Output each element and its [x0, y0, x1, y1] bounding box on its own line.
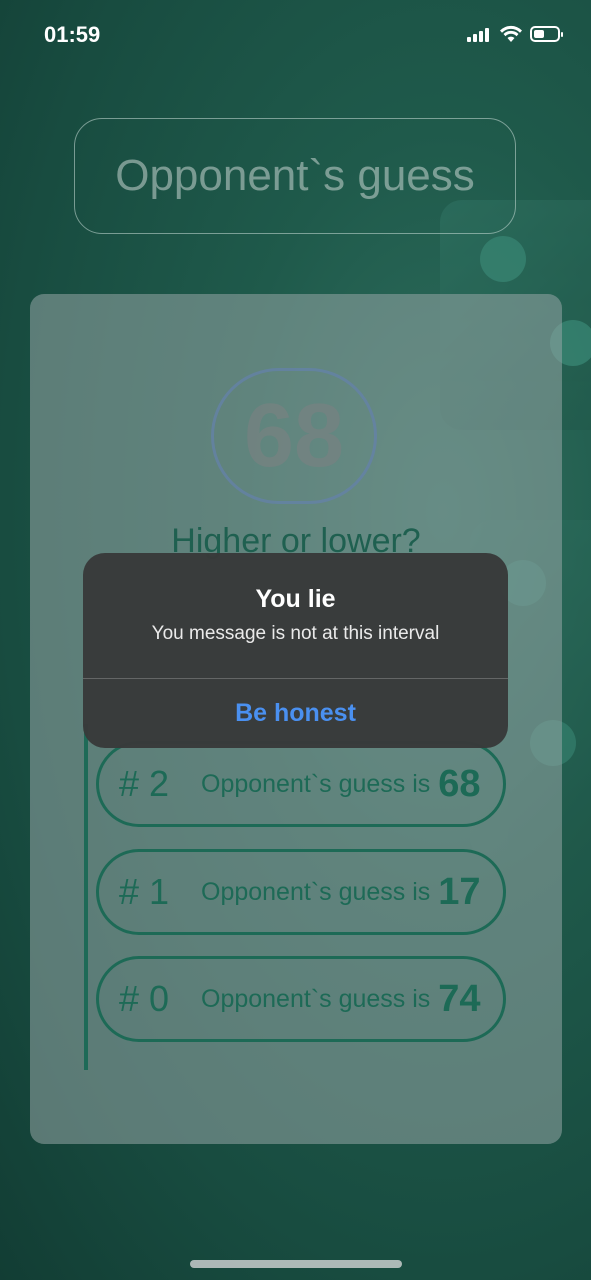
alert-message: You message is not at this interval [151, 623, 440, 644]
history-text: Opponent`s guess is [201, 984, 431, 1013]
status-time: 01:59 [44, 22, 101, 47]
cellular-signal-icon [467, 28, 493, 42]
history-value: 74 [438, 977, 481, 1020]
battery-icon [530, 26, 563, 42]
alert-dialog: You lie You message is not at this inter… [83, 553, 508, 748]
history-item: # 0 Opponent`s guess is 74 [96, 956, 506, 1042]
alert-title: You lie [255, 585, 336, 613]
history-value: 68 [438, 762, 481, 805]
status-bar: 01:59 [0, 0, 591, 70]
history-index: # 1 [119, 871, 170, 912]
history-index: # 0 [119, 978, 170, 1019]
dice-pip [480, 236, 526, 282]
history-index: # 2 [119, 763, 170, 804]
wifi-icon [500, 25, 522, 42]
current-guess-display: 68 [211, 368, 377, 504]
home-indicator[interactable] [190, 1260, 402, 1268]
history-value: 17 [438, 870, 481, 913]
history-timeline-line [84, 724, 88, 1070]
history-item: # 1 Opponent`s guess is 17 [96, 849, 506, 935]
page-title-box: Opponent`s guess [74, 118, 516, 234]
history-text: Opponent`s guess is [201, 769, 431, 798]
history-item: # 2 Opponent`s guess is 68 [96, 741, 506, 827]
app-screen: 01:59 Opponent`s guess 68 Higher or lowe… [0, 0, 591, 1280]
be-honest-button[interactable]: Be honest [83, 679, 508, 748]
page-title: Opponent`s guess [115, 151, 475, 200]
history-text: Opponent`s guess is [201, 877, 431, 906]
current-guess-number: 68 [243, 385, 345, 486]
